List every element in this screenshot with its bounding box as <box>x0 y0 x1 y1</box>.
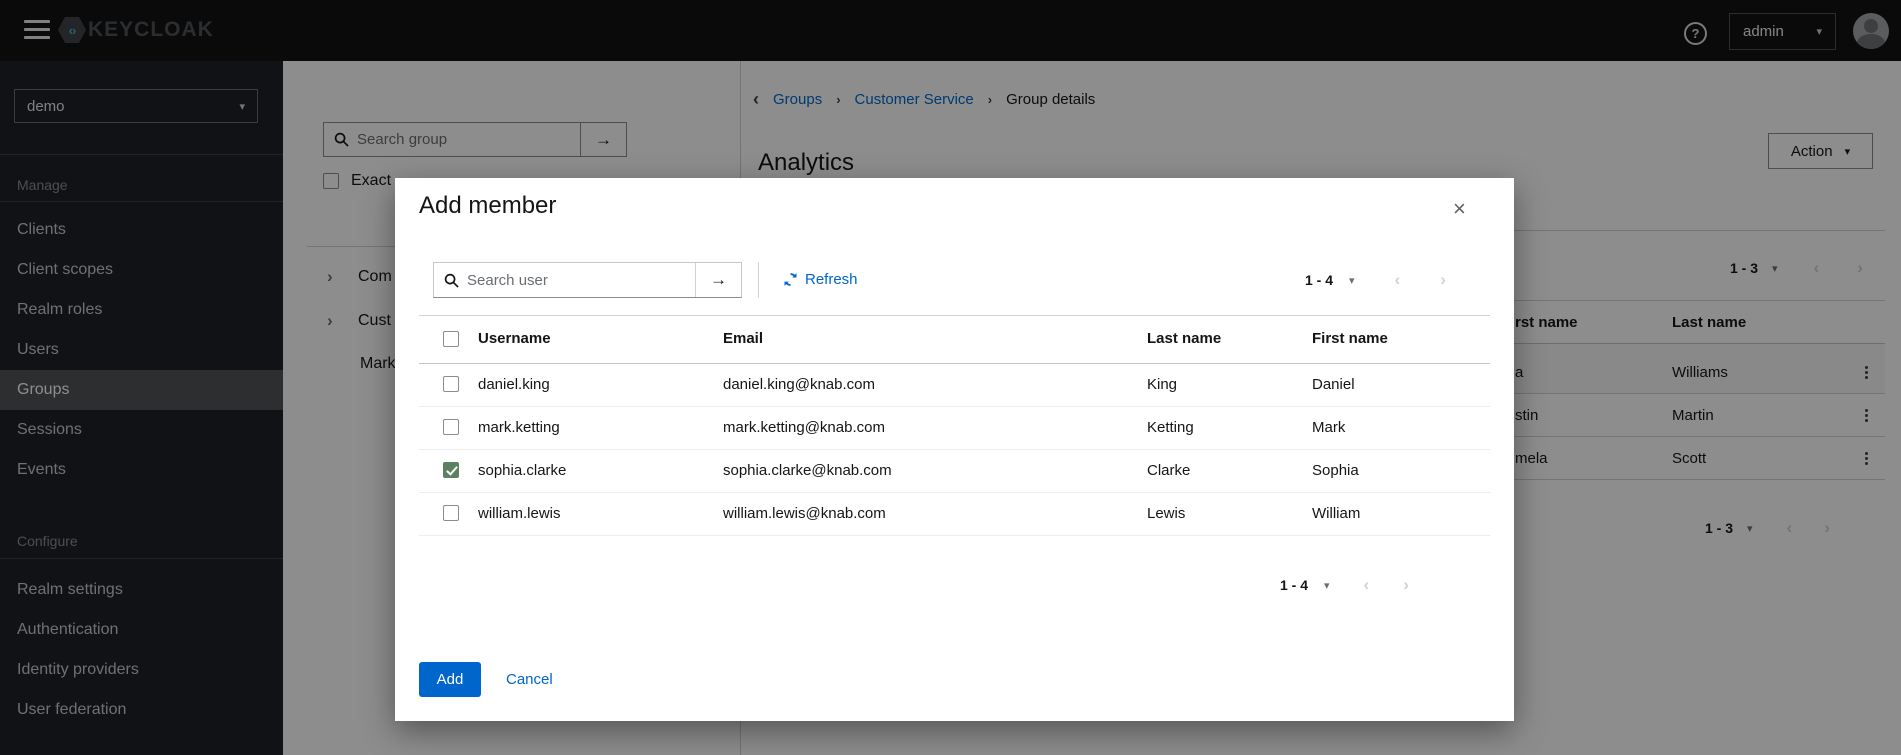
header-username: Username <box>478 315 551 363</box>
cell-username: william.lewis <box>478 492 561 535</box>
chevron-down-icon[interactable]: ▾ <box>1349 274 1355 287</box>
next-page-icon[interactable]: › <box>1403 575 1409 595</box>
cell-last-name: Ketting <box>1147 406 1194 449</box>
add-member-modal: Add member × Search user → Refresh 1 - 4… <box>395 178 1514 721</box>
header-email: Email <box>723 315 763 363</box>
close-icon[interactable]: × <box>1453 198 1466 220</box>
modal-pagination-top: 1 - 4 ▾ ‹ › <box>1305 270 1446 290</box>
table-row[interactable]: sophia.clarke sophia.clarke@knab.com Cla… <box>419 449 1490 493</box>
refresh-icon <box>783 272 798 287</box>
cell-email: sophia.clarke@knab.com <box>723 449 892 492</box>
cell-first-name: Sophia <box>1312 449 1359 492</box>
table-row[interactable]: mark.ketting mark.ketting@knab.com Ketti… <box>419 406 1490 450</box>
cell-first-name: William <box>1312 492 1360 535</box>
cell-last-name: Clarke <box>1147 449 1190 492</box>
cell-email: william.lewis@knab.com <box>723 492 886 535</box>
modal-pagination-bottom: 1 - 4 ▾ ‹ › <box>1280 575 1409 595</box>
row-checkbox[interactable] <box>443 376 459 392</box>
pagination-range[interactable]: 1 - 4 <box>1280 577 1308 593</box>
cell-username: daniel.king <box>478 363 550 406</box>
cell-username: mark.ketting <box>478 406 560 449</box>
row-checkbox-checked[interactable] <box>443 462 459 478</box>
user-search-placeholder: Search user <box>467 272 548 289</box>
cell-email: daniel.king@knab.com <box>723 363 875 406</box>
add-button[interactable]: Add <box>419 662 481 697</box>
table-row[interactable]: daniel.king daniel.king@knab.com King Da… <box>419 363 1490 407</box>
row-checkbox[interactable] <box>443 419 459 435</box>
row-checkbox[interactable] <box>443 505 459 521</box>
table-row[interactable]: william.lewis william.lewis@knab.com Lew… <box>419 492 1490 536</box>
app-root: ‹› KEYCLOAK ? admin ▾ demo ▾ Manage Clie… <box>0 0 1901 755</box>
cell-last-name: Lewis <box>1147 492 1185 535</box>
header-last-name: Last name <box>1147 315 1221 363</box>
cell-first-name: Mark <box>1312 406 1345 449</box>
refresh-button[interactable]: Refresh <box>783 271 858 288</box>
cell-first-name: Daniel <box>1312 363 1355 406</box>
modal-title: Add member <box>419 192 556 220</box>
prev-page-icon[interactable]: ‹ <box>1395 270 1401 290</box>
search-submit-button[interactable]: → <box>695 263 741 297</box>
search-icon <box>444 273 459 288</box>
next-page-icon[interactable]: › <box>1440 270 1446 290</box>
select-all-checkbox[interactable] <box>443 331 459 347</box>
chevron-down-icon[interactable]: ▾ <box>1324 579 1330 592</box>
header-first-name: First name <box>1312 315 1388 363</box>
user-search-input[interactable]: Search user → <box>433 262 742 298</box>
toolbar-divider <box>758 262 759 298</box>
user-table-header: Username Email Last name First name <box>395 315 1514 363</box>
cell-email: mark.ketting@knab.com <box>723 406 885 449</box>
cell-last-name: King <box>1147 363 1177 406</box>
refresh-label: Refresh <box>805 271 858 288</box>
prev-page-icon[interactable]: ‹ <box>1364 575 1370 595</box>
cell-username: sophia.clarke <box>478 449 566 492</box>
pagination-range[interactable]: 1 - 4 <box>1305 272 1333 288</box>
cancel-button[interactable]: Cancel <box>506 662 553 697</box>
